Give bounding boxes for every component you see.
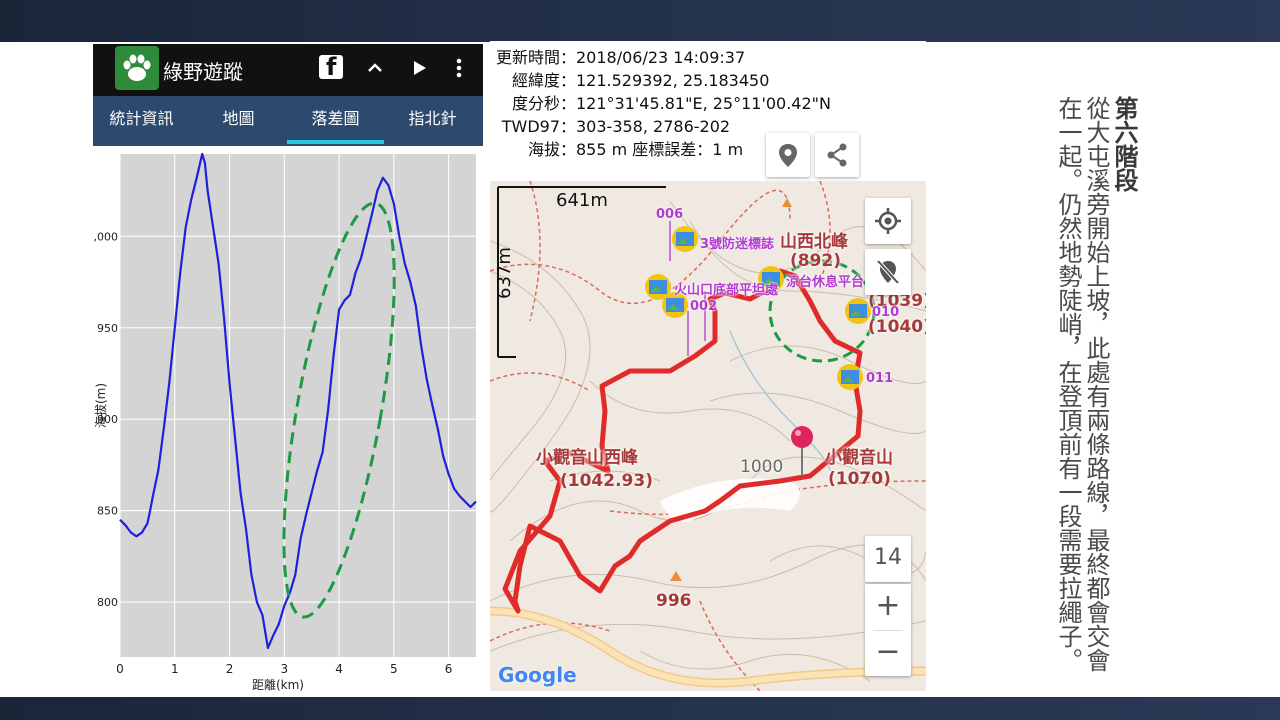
my-location-button[interactable] <box>865 198 911 244</box>
y-tick-label: 850 <box>97 505 118 518</box>
app-screenshot: 綠野遊蹤 f 統計資訊 地圖 落差圖 指北針 0 1 2 3 4 5 6 800 850 900 9… <box>87 44 483 694</box>
app-title: 綠野遊蹤 <box>163 60 243 84</box>
peak-label-xiaoguanyin-west: 小觀音山西峰 <box>536 448 638 468</box>
paw-logo-icon <box>115 46 159 90</box>
elevation-chart: 01234568008509009501,000距離(km)海拔(m) <box>87 150 483 694</box>
tab-bar: 統計資訊 地圖 落差圖 指北針 <box>93 96 483 146</box>
contour-label-1000: 1000 <box>740 457 784 477</box>
tab-statistics[interactable]: 統計資訊 <box>93 96 190 146</box>
elevation-chart-svg: 01234568008509009501,000距離(km)海拔(m) <box>87 152 477 692</box>
x-tick-label: 0 <box>116 662 124 676</box>
tab-map[interactable]: 地圖 <box>190 96 287 146</box>
x-tick-label: 2 <box>226 662 234 676</box>
info-twd97: TWD97：303-358, 2786-202 <box>501 117 731 136</box>
x-tick-label: 4 <box>335 662 343 676</box>
poi-label-002[interactable]: 002 <box>690 299 717 314</box>
place-icon <box>779 144 797 167</box>
poi-label-crater-flat[interactable]: 火山口底部平坦處 <box>674 279 778 298</box>
trail-map[interactable]: 641m 637m 小觀音山西峰 (1042.93) 小觀音山 (1070) 山… <box>490 181 926 691</box>
y-axis-label: 海拔(m) <box>93 383 108 428</box>
facebook-icon[interactable]: f <box>319 53 343 81</box>
zoom-controls: + − <box>865 584 911 676</box>
zoom-in-button[interactable]: + <box>865 588 911 623</box>
info-dms: 度分秒：121°31'45.81"E, 25°11'00.42"N <box>511 94 831 113</box>
y-tick-label: 1,000 <box>93 230 118 243</box>
place-button[interactable] <box>766 133 810 177</box>
play-icon[interactable] <box>405 54 433 82</box>
zoom-level-badge: 14 <box>865 536 911 582</box>
stage-caption: 第六階段 從大屯溪旁開始上坡，此處有兩條路線，最終都會交會在一起。仍然地勢陡峭，… <box>1054 96 1139 691</box>
location-info-panel: 更新時間：2018/06/23 14:09:37 經緯度：121.529392,… <box>490 41 926 181</box>
poi-label-anti-lost-marker[interactable]: 3號防迷標誌 <box>700 233 774 252</box>
peak-label-northwest-elev: (892) <box>790 251 842 271</box>
caption-heading: 第六階段 <box>1110 96 1139 192</box>
info-lat-lng: 經緯度：121.529392, 25.183450 <box>511 71 770 90</box>
x-tick-label: 5 <box>390 662 398 676</box>
peak-label-xiaoguanyin: 小觀音山 <box>825 448 893 468</box>
slide-bottom-bar <box>0 697 1280 720</box>
x-tick-label: 3 <box>280 662 288 676</box>
scale-horizontal-label: 641m <box>556 190 608 211</box>
x-tick-label: 6 <box>445 662 453 676</box>
peak-label-1040: (1040) <box>868 317 926 337</box>
scale-vertical-label: 637m <box>494 247 515 299</box>
google-logo: Google <box>498 663 577 687</box>
y-tick-label: 800 <box>97 596 118 609</box>
location-off-icon <box>876 259 900 285</box>
tab-elevation-profile[interactable]: 落差圖 <box>287 96 384 146</box>
more-vert-icon[interactable] <box>445 54 473 82</box>
poi-label-010[interactable]: 010 <box>872 305 899 320</box>
poi-label-006[interactable]: 006 <box>656 207 683 222</box>
peak-label-northwest: 山西北峰 <box>780 232 848 252</box>
peak-label-xiaoguanyin-elev: (1070) <box>828 469 891 489</box>
contour-label-996: 996 <box>656 591 692 611</box>
poi-label-011[interactable]: 011 <box>866 371 893 386</box>
zoom-level: 14 <box>874 545 902 570</box>
y-tick-label: 950 <box>97 322 118 335</box>
chevron-up-icon[interactable] <box>361 54 389 82</box>
tab-compass[interactable]: 指北針 <box>384 96 481 146</box>
zoom-divider <box>873 630 903 631</box>
x-axis-label: 距離(km) <box>252 678 304 692</box>
my-location-icon <box>875 208 901 234</box>
app-bar: 綠野遊蹤 f <box>93 44 483 96</box>
slide-top-bar <box>0 0 1280 42</box>
caption-body: 從大屯溪旁開始上坡，此處有兩條路線，最終都會交會在一起。仍然地勢陡峭，在登頂前有… <box>1054 96 1110 672</box>
info-altitude: 海拔：855 m 座標誤差：1 m <box>527 140 744 159</box>
share-icon <box>827 143 847 167</box>
x-tick-label: 1 <box>171 662 179 676</box>
info-updated-time: 更新時間：2018/06/23 14:09:37 <box>495 48 746 67</box>
map-base <box>490 181 926 691</box>
peak-label-xiaoguanyin-west-elev: (1042.93) <box>560 471 653 491</box>
share-button[interactable] <box>815 133 859 177</box>
location-off-button[interactable] <box>865 249 911 295</box>
zoom-out-button[interactable]: − <box>865 634 911 669</box>
poi-label-rest-platform[interactable]: 涼台休息平台 <box>786 271 864 290</box>
